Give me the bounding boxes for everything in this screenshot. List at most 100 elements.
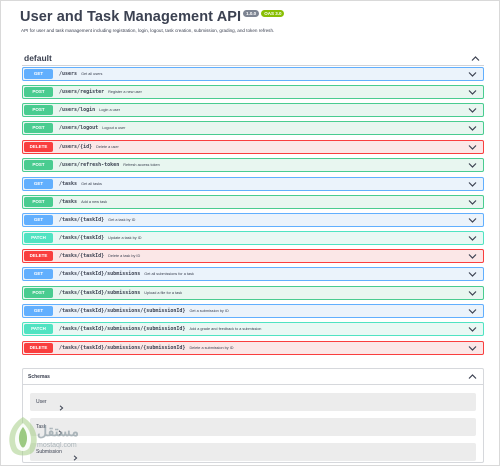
operation-path: /users/refresh-token Refresh access token: [59, 161, 160, 170]
chevron-down-icon[interactable]: [468, 345, 477, 352]
operation-path: /users/{id} Delete a user: [59, 143, 119, 152]
operation-block[interactable]: GET /tasks/{taskId} Get a task by ID: [22, 213, 484, 227]
path-text: /users/logout: [59, 125, 99, 131]
schema-model-user[interactable]: User: [30, 393, 476, 411]
schema-model-task[interactable]: Task: [30, 418, 476, 436]
schemas-title[interactable]: Schemas: [28, 374, 50, 380]
chevron-up-icon[interactable]: [471, 55, 480, 62]
path-text: /tasks: [59, 199, 78, 205]
method-badge: POST: [24, 87, 53, 97]
method-badge: POST: [24, 197, 53, 207]
path-text: /tasks/{taskId}/submissions: [59, 290, 141, 296]
api-title-row: User and Task Management API 1.0.0 OAS 3…: [20, 9, 285, 25]
operation-summary: Add a new task: [81, 200, 108, 204]
path-text: /tasks/{taskId}: [59, 253, 105, 259]
operation-summary: Add a grade and feedback to a submission: [189, 327, 262, 331]
path-text: /tasks/{taskId}/submissions/{submissionI…: [59, 345, 186, 351]
method-badge: DELETE: [24, 343, 53, 353]
operation-summary: Delete a user: [96, 145, 119, 149]
operation-summary: Update a task by ID: [108, 236, 142, 240]
path-text: /users/login: [59, 107, 96, 113]
chevron-right-icon[interactable]: [59, 398, 64, 411]
path-text: /tasks/{taskId}/submissions/{submissionI…: [59, 308, 186, 314]
method-badge: PATCH: [24, 233, 53, 243]
watermark-text: مستقل: [37, 423, 79, 439]
operation-summary: Get a task by ID: [108, 218, 136, 222]
page-title: User and Task Management API: [20, 9, 242, 25]
chevron-down-icon[interactable]: [468, 144, 477, 151]
operation-block[interactable]: POST /tasks/{taskId}/submissions Upload a…: [22, 286, 484, 300]
operation-summary: Get all submissions for a task: [144, 272, 194, 276]
divider: [23, 384, 483, 385]
model-name: User: [36, 399, 47, 405]
chevron-down-icon[interactable]: [468, 326, 477, 333]
operation-path: /users Get all users: [59, 70, 102, 79]
operation-summary: Register a new user: [108, 90, 142, 94]
chevron-down-icon[interactable]: [468, 181, 477, 188]
operation-summary: Upload a file for a task: [144, 291, 183, 295]
operation-summary: Get a submission by ID: [189, 309, 229, 313]
operation-path: /tasks/{taskId} Get a task by ID: [59, 216, 135, 225]
path-text: /tasks/{taskId}: [59, 235, 105, 241]
path-text: /users/{id}: [59, 144, 93, 150]
chevron-down-icon[interactable]: [468, 235, 477, 242]
operation-path: /tasks/{taskId} Update a task by ID: [59, 234, 142, 243]
path-text: /tasks: [59, 181, 78, 187]
operation-block[interactable]: GET /tasks/{taskId}/submissions Get all s…: [22, 267, 484, 281]
operation-summary: Get all users: [81, 72, 103, 76]
method-badge: GET: [24, 306, 53, 316]
operation-block[interactable]: DELETE /tasks/{taskId}/submissions/{subm…: [22, 341, 484, 355]
operation-block[interactable]: GET /tasks/{taskId}/submissions/{submiss…: [22, 304, 484, 318]
operation-summary: Get all tasks: [81, 182, 102, 186]
chevron-down-icon[interactable]: [468, 162, 477, 169]
operation-block[interactable]: POST /users/logout Logout a user: [22, 121, 484, 135]
path-text: /tasks/{taskId}/submissions: [59, 271, 141, 277]
chevron-down-icon[interactable]: [468, 107, 477, 114]
tag-header-default[interactable]: default: [22, 50, 484, 66]
operation-path: /tasks/{taskId}/submissions Upload a file…: [59, 289, 182, 298]
schemas-section: Schemas User Task Submission: [22, 368, 484, 463]
chevron-down-icon[interactable]: [468, 271, 477, 278]
operation-path: /users/register Register a new user: [59, 88, 142, 97]
path-text: /users: [59, 71, 78, 77]
chevron-up-icon[interactable]: [468, 373, 477, 380]
operation-block[interactable]: PATCH /tasks/{taskId} Update a task by ID: [22, 231, 484, 245]
operation-path: /users/login Login a user: [59, 106, 120, 115]
chevron-down-icon[interactable]: [468, 71, 477, 78]
chevron-down-icon[interactable]: [468, 125, 477, 132]
chevron-down-icon[interactable]: [468, 253, 477, 260]
method-badge: POST: [24, 123, 53, 133]
chevron-down-icon[interactable]: [468, 308, 477, 315]
chevron-down-icon[interactable]: [468, 89, 477, 96]
operation-path: /tasks/{taskId}/submissions/{submissionI…: [59, 344, 234, 353]
operation-path: /tasks Get all tasks: [59, 180, 102, 189]
operation-summary: Refresh access token: [123, 163, 160, 167]
operation-path: /tasks/{taskId}/submissions Get all submi…: [59, 270, 194, 279]
operation-block[interactable]: PATCH /tasks/{taskId}/submissions/{submi…: [22, 322, 484, 336]
tag-title: default: [24, 53, 52, 63]
operation-summary: Login a user: [99, 108, 121, 112]
method-badge: PATCH: [24, 324, 53, 334]
operation-summary: Delete a submission by ID: [189, 346, 234, 350]
chevron-down-icon[interactable]: [468, 199, 477, 206]
operation-block[interactable]: DELETE /users/{id} Delete a user: [22, 140, 484, 154]
operation-block[interactable]: DELETE /tasks/{taskId} Delete a task by I…: [22, 249, 484, 263]
method-badge: GET: [24, 269, 53, 279]
operation-path: /tasks/{taskId} Delete a task by ID: [59, 252, 140, 261]
operation-block[interactable]: GET /tasks Get all tasks: [22, 177, 484, 191]
api-description: API for user and task management includi…: [21, 28, 275, 33]
operation-summary: Delete a task by ID: [108, 254, 141, 258]
operation-block[interactable]: POST /users/refresh-token Refresh access …: [22, 158, 484, 172]
schema-model-submission[interactable]: Submission: [30, 443, 476, 461]
operation-block[interactable]: POST /users/register Register a new user: [22, 85, 484, 99]
method-badge: POST: [24, 288, 53, 298]
chevron-down-icon[interactable]: [468, 290, 477, 297]
operation-path: /tasks/{taskId}/submissions/{submissionI…: [59, 307, 229, 316]
operation-path: /tasks Add a new task: [59, 198, 107, 207]
operation-block[interactable]: GET /users Get all users: [22, 67, 484, 81]
chevron-down-icon[interactable]: [468, 217, 477, 224]
operation-block[interactable]: POST /tasks Add a new task: [22, 195, 484, 209]
path-text: /tasks/{taskId}/submissions/{submissionI…: [59, 326, 186, 332]
operation-block[interactable]: POST /users/login Login a user: [22, 103, 484, 117]
operation-path: /tasks/{taskId}/submissions/{submissionI…: [59, 325, 261, 334]
